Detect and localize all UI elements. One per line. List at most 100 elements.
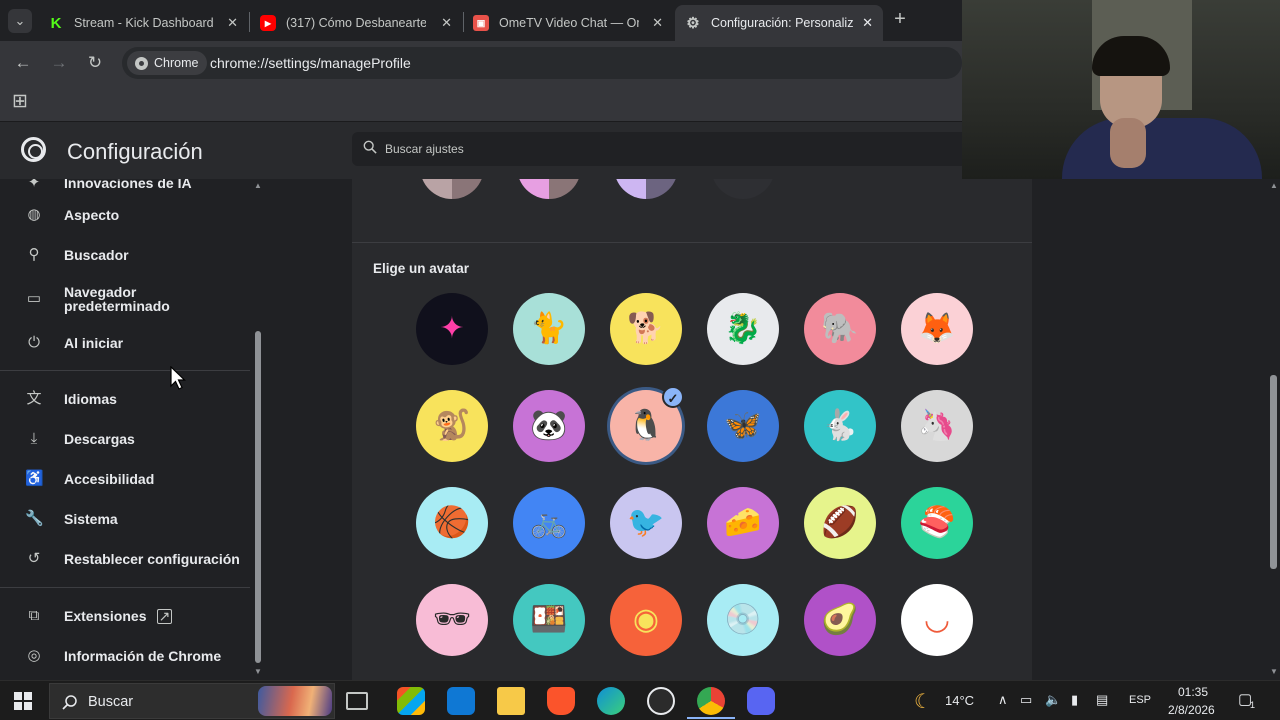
- obs-icon[interactable]: [647, 687, 675, 715]
- network-icon[interactable]: ▭: [1020, 692, 1032, 708]
- avatar-option-cheese[interactable]: 🧀: [707, 487, 779, 559]
- theme-color-swatch[interactable]: [614, 179, 678, 199]
- avatar-option-panda[interactable]: 🐼: [513, 390, 585, 462]
- swatch-left: [517, 179, 549, 199]
- tab-title: Stream - Kick Dashboard: [74, 16, 214, 30]
- sidebar-item-on-startup[interactable]: ⏻ Al iniciar: [0, 325, 250, 361]
- settings-search-input[interactable]: Buscar ajustes: [352, 132, 1032, 166]
- avatar-option-vinyl[interactable]: 💿: [707, 584, 779, 656]
- new-tab-button[interactable]: +: [888, 8, 912, 32]
- scroll-up-arrow[interactable]: ▲: [253, 181, 263, 190]
- apps-grid-icon[interactable]: ⊞: [8, 91, 32, 115]
- avatar-option-photo[interactable]: ✦: [416, 293, 488, 365]
- close-icon[interactable]: ✕: [441, 15, 452, 31]
- fox-icon: 🦊: [918, 312, 956, 345]
- sidebar-item-label: Sistema: [64, 511, 118, 527]
- brave-icon[interactable]: [547, 687, 575, 715]
- sidebar-item-accessibility[interactable]: ♿ Accesibilidad: [0, 461, 250, 497]
- reload-button[interactable]: ↻: [83, 52, 107, 76]
- scroll-down-arrow[interactable]: ▼: [253, 667, 263, 676]
- tab-ometv[interactable]: ▣ OmeTV Video Chat — Om ✕: [463, 5, 673, 41]
- avatar-option-sunglasses[interactable]: 🕶: [416, 584, 488, 656]
- scrollbar-thumb[interactable]: [255, 331, 261, 663]
- sidebar-item-appearance[interactable]: ◍ Aspecto: [0, 197, 250, 233]
- avatar-option-bike[interactable]: 🚲: [513, 487, 585, 559]
- chevron-up-icon[interactable]: ∧: [998, 692, 1008, 708]
- weather-icon[interactable]: ☾: [914, 689, 932, 714]
- browser-window-icon: ▭: [26, 290, 42, 307]
- avatar-option-fox[interactable]: 🦊: [901, 293, 973, 365]
- page-title: Configuración: [67, 139, 203, 164]
- forward-button[interactable]: →: [47, 52, 71, 76]
- avatar-option-bird[interactable]: 🐦: [610, 487, 682, 559]
- search-highlight-image: [258, 686, 332, 716]
- theme-color-swatch[interactable]: [420, 179, 484, 199]
- avatar-option-smile[interactable]: ◡: [901, 584, 973, 656]
- store-icon[interactable]: [397, 687, 425, 715]
- address-bar[interactable]: Chrome chrome://settings/manageProfile: [122, 47, 962, 79]
- taskbar-search[interactable]: Buscar: [49, 683, 335, 719]
- outlook-icon[interactable]: [447, 687, 475, 715]
- volume-icon[interactable]: 🔈: [1045, 692, 1061, 708]
- tab-search-button[interactable]: ⌄: [8, 9, 32, 33]
- microphone-icon[interactable]: ▮: [1071, 692, 1078, 708]
- tab-youtube[interactable]: ▶ (317) Cómo Desbanearte I ✕: [250, 5, 462, 41]
- custom-color-swatch[interactable]: [711, 179, 775, 199]
- sidebar-item-about-chrome[interactable]: ◎ Información de Chrome: [0, 638, 250, 674]
- avatar-option-tamagotchi[interactable]: ◉: [610, 584, 682, 656]
- sidebar-scrollbar[interactable]: ▲ ▼: [252, 179, 264, 680]
- sidebar-item-extensions[interactable]: ⧉ Extensiones ↗: [0, 598, 250, 634]
- clock-time[interactable]: 01:35: [1178, 685, 1208, 699]
- scroll-up-arrow[interactable]: ▲: [1269, 181, 1279, 190]
- kick-icon: K: [50, 14, 62, 32]
- avatar-option-avocado[interactable]: 🥑: [804, 584, 876, 656]
- task-view-icon[interactable]: [346, 692, 368, 710]
- weather-temp[interactable]: 14°C: [945, 693, 974, 708]
- language-indicator[interactable]: ESP: [1129, 694, 1151, 706]
- tab-configuracion[interactable]: ⚙ Configuración: Personaliza ✕: [675, 5, 883, 41]
- discord-icon[interactable]: [747, 687, 775, 715]
- avatar-option-unicorn[interactable]: 🦄: [901, 390, 973, 462]
- avatar-option-elephant[interactable]: 🐘: [804, 293, 876, 365]
- sidebar-item-downloads[interactable]: ⤓ Descargas: [0, 421, 250, 457]
- sidebar-item-system[interactable]: 🔧 Sistema: [0, 501, 250, 537]
- file-explorer-icon[interactable]: [497, 687, 525, 715]
- avatar-option-monkey[interactable]: 🐒: [416, 390, 488, 462]
- avatar-option-football[interactable]: 🏈: [804, 487, 876, 559]
- sidebar-item-default-browser[interactable]: ▭ Navegador predeterminado: [0, 279, 250, 319]
- site-info-chip[interactable]: Chrome: [127, 51, 208, 75]
- theme-color-swatch[interactable]: [517, 179, 581, 199]
- avatar-option-basketball[interactable]: 🏀: [416, 487, 488, 559]
- tab-kick-dashboard[interactable]: K Stream - Kick Dashboard ✕: [38, 5, 248, 41]
- edge-icon[interactable]: [597, 687, 625, 715]
- avatar-option-cat[interactable]: 🐈: [513, 293, 585, 365]
- url-text[interactable]: chrome://settings/manageProfile: [210, 55, 411, 71]
- chrome-icon[interactable]: [687, 687, 735, 719]
- sidebar-item-label: Idiomas: [64, 391, 117, 407]
- avatar-option-butterfly[interactable]: 🦋: [707, 390, 779, 462]
- windows-start-icon[interactable]: [14, 692, 32, 710]
- close-icon[interactable]: ✕: [862, 15, 873, 31]
- close-icon[interactable]: ✕: [652, 15, 663, 31]
- scroll-down-arrow[interactable]: ▼: [1269, 667, 1279, 676]
- avatar-option-sushi-plate[interactable]: 🍣: [901, 487, 973, 559]
- avatar-option-sushi[interactable]: 🍱: [513, 584, 585, 656]
- gear-icon: ⚙: [686, 15, 700, 32]
- reset-icon: ↺: [27, 550, 41, 567]
- close-icon[interactable]: ✕: [227, 15, 238, 31]
- panda-icon: 🐼: [530, 409, 568, 442]
- sidebar-item-reset-settings[interactable]: ↺ Restablecer configuración: [0, 541, 250, 577]
- search-icon: ⚲: [28, 246, 40, 263]
- sidebar-item-languages[interactable]: 文 Idiomas: [0, 381, 250, 417]
- keyboard-icon[interactable]: ▤: [1096, 692, 1108, 708]
- avatar-option-corgi[interactable]: 🐕: [610, 293, 682, 365]
- scrollbar-thumb[interactable]: [1270, 375, 1277, 569]
- sidebar-item-search-engine[interactable]: ⚲ Buscador: [0, 237, 250, 273]
- power-icon: ⏻: [28, 334, 40, 351]
- back-button[interactable]: ←: [11, 52, 35, 76]
- content-scrollbar[interactable]: ▲ ▼: [1267, 179, 1280, 680]
- avatar-option-rabbit[interactable]: 🐇: [804, 390, 876, 462]
- clock-date[interactable]: 2/8/2026: [1168, 703, 1215, 717]
- avatar-option-dragon[interactable]: 🐉: [707, 293, 779, 365]
- bike-icon: 🚲: [530, 506, 568, 539]
